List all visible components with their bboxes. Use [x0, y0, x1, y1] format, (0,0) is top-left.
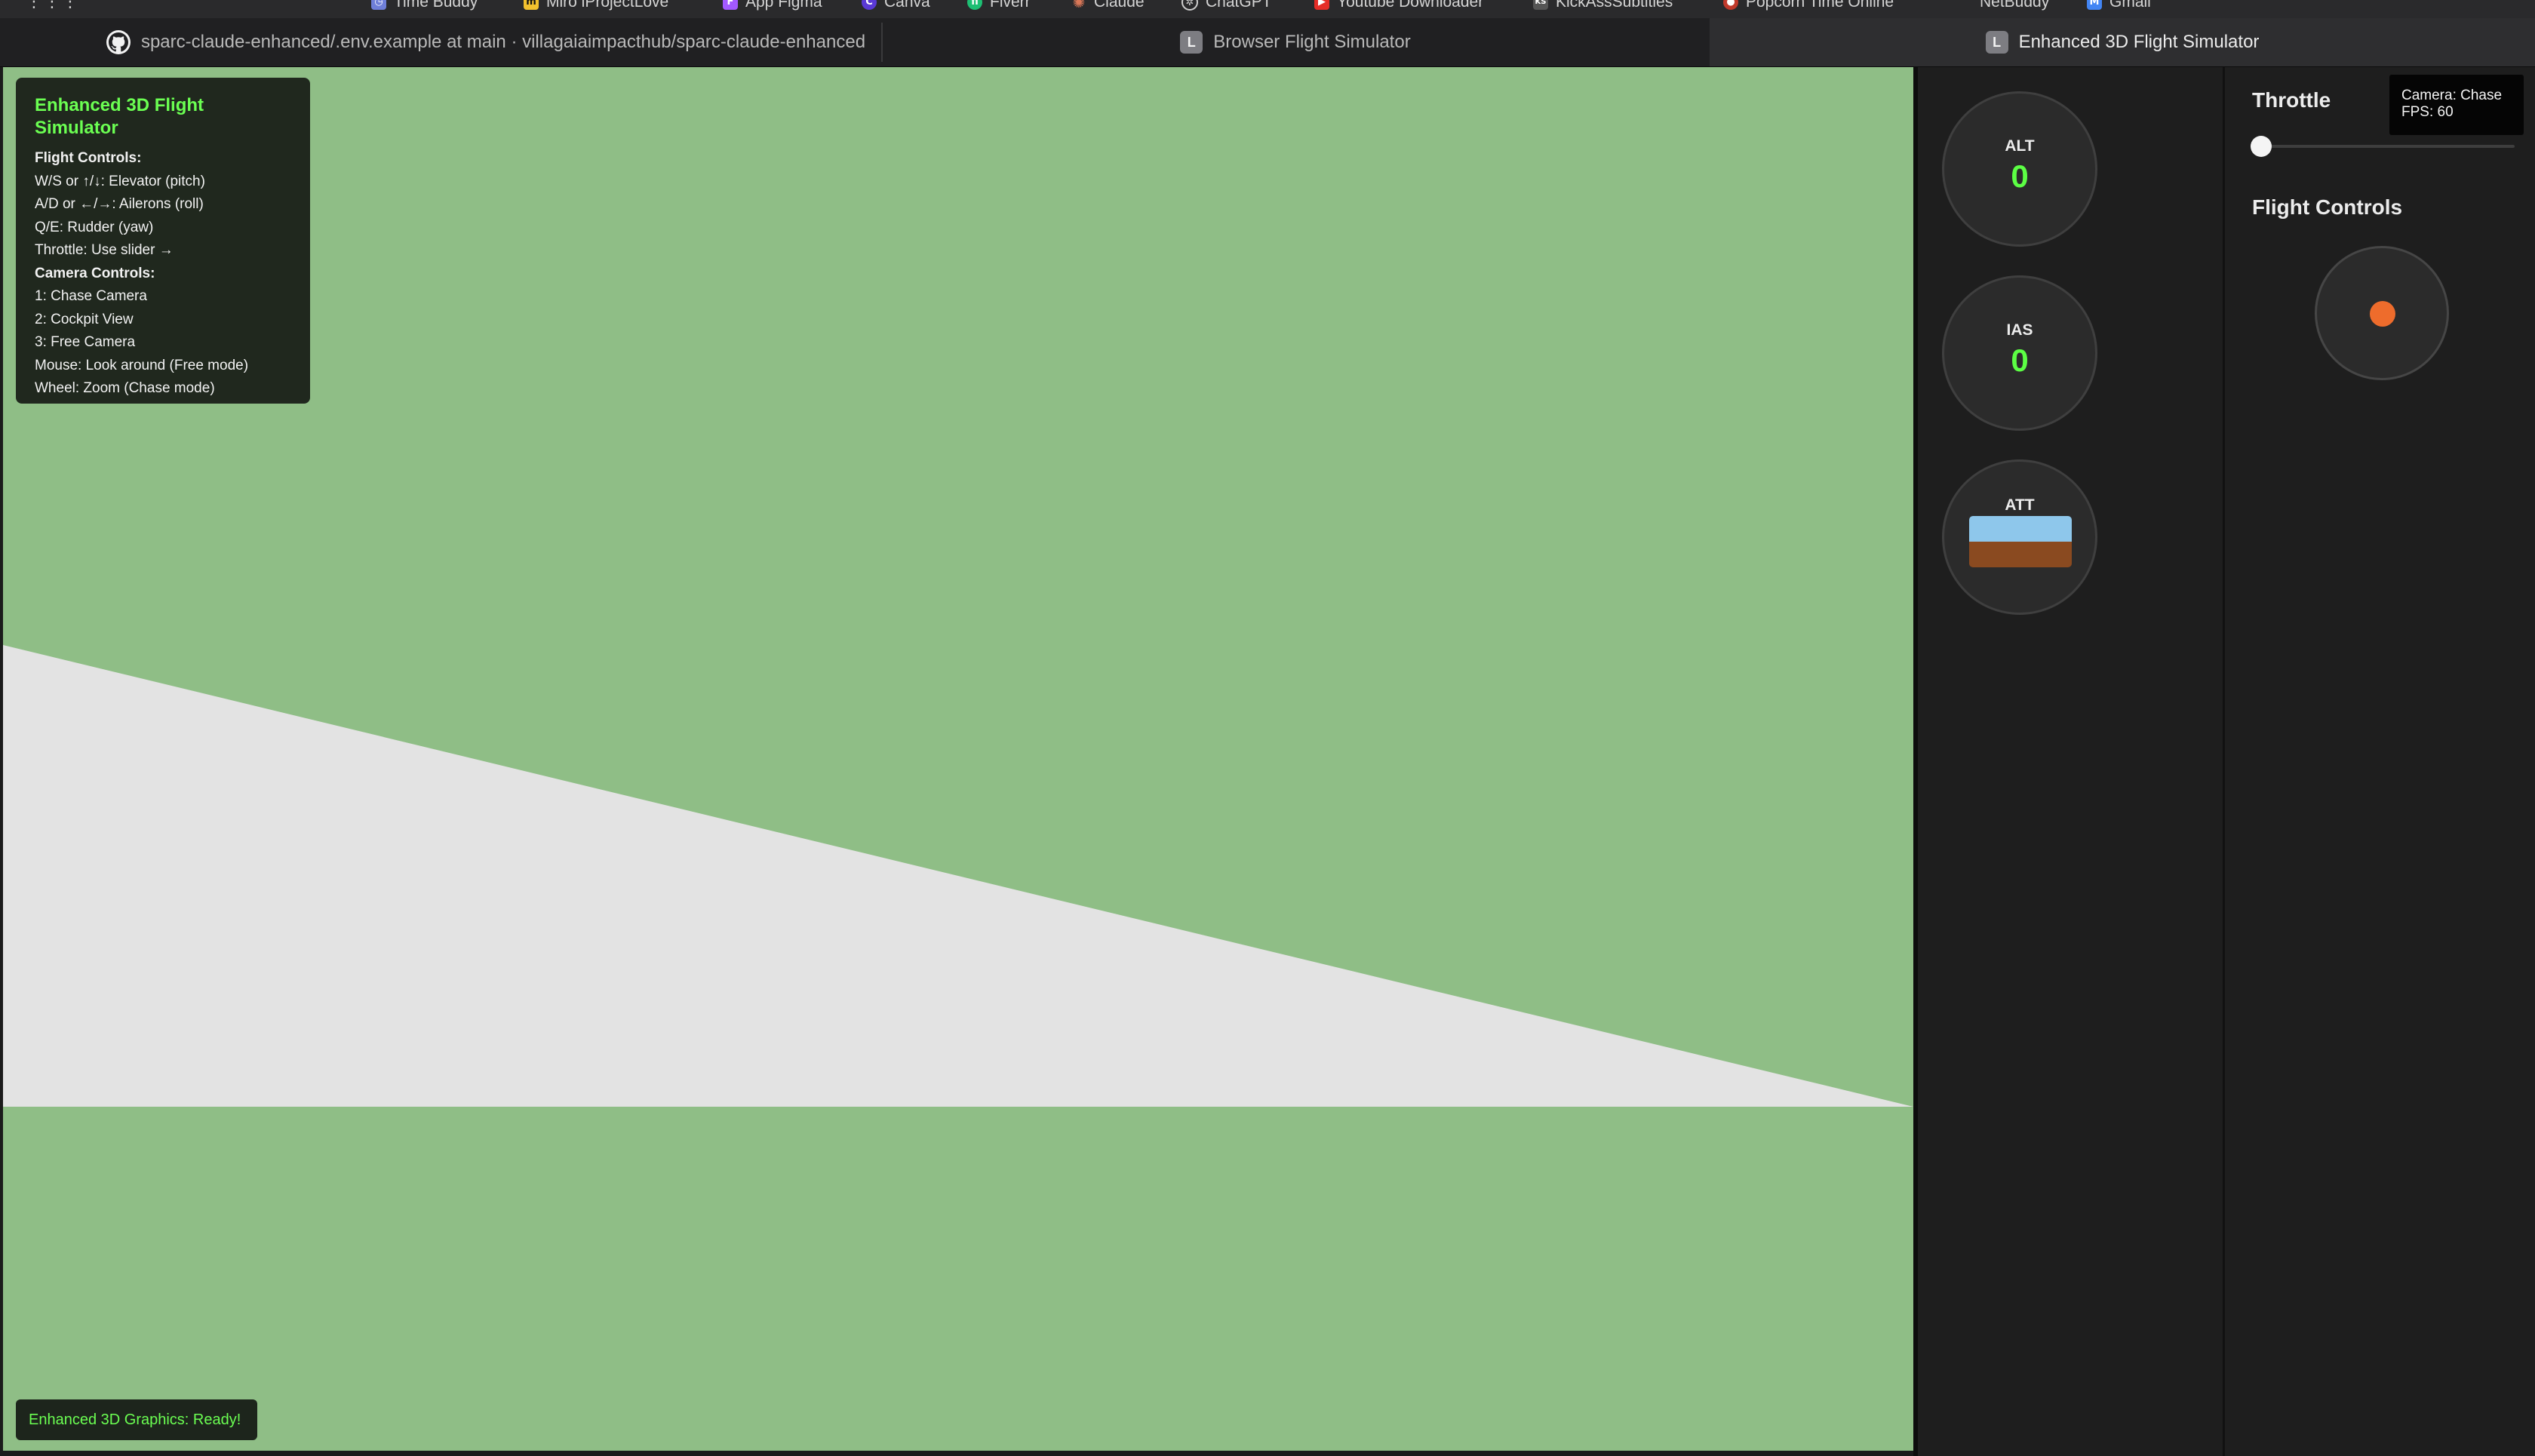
help-line: 2: Cockpit View [35, 311, 134, 327]
flight-scene-canvas[interactable]: Enhanced 3D Flight Simulator Flight Cont… [3, 67, 1913, 1451]
bookmark-label: NetBuddy [1980, 0, 2050, 11]
help-line: Mouse: Look around (Free mode) [35, 357, 249, 373]
clock-icon: ◷ [371, 0, 386, 10]
flight-controls-heading: Flight Controls: [35, 150, 142, 166]
alt-label: ALT [2005, 137, 2035, 155]
tab-strip: sparc-claude-enhanced/.env.example at ma… [0, 18, 2535, 67]
netbuddy-icon [1957, 0, 1972, 10]
tab-title: Browser Flight Simulator [1213, 32, 1411, 52]
bookmark-figma[interactable]: F App Figma [723, 0, 822, 14]
bookmark-time-buddy[interactable]: ◷ Time Buddy [371, 0, 478, 14]
l-favicon-icon: L [1985, 31, 2008, 54]
bookmark-claude[interactable]: ✺ Claude [1071, 0, 1145, 14]
throttle-slider[interactable] [2260, 145, 2515, 148]
camera-mode: Camera: Chase [2401, 88, 2503, 103]
subtitles-icon: KS [1533, 0, 1548, 10]
joystick-knob[interactable] [2370, 301, 2395, 327]
miro-icon: m [524, 0, 539, 10]
bookmark-kickass-subtitles[interactable]: KS KickAssSubtitles [1533, 0, 1673, 14]
l-favicon-icon: L [1180, 31, 1203, 54]
flight-joystick[interactable] [2315, 246, 2449, 380]
page-viewport: Enhanced 3D Flight Simulator Flight Cont… [0, 67, 2535, 1456]
bookmark-label: Gmail [2109, 0, 2151, 11]
figma-icon: F [723, 0, 738, 10]
control-panel: Throttle Flight Controls [2225, 67, 2535, 1456]
camera-info-overlay: Camera: Chase FPS: 60 [2389, 75, 2524, 135]
bookmark-label: Fiverr [990, 0, 1031, 11]
altimeter-gauge: ALT 0 [1942, 91, 2097, 247]
horizon-sky [1969, 516, 2072, 542]
instrument-panel: ALT 0 IAS 0 ATT [1918, 67, 2223, 1456]
bookmark-label: App Figma [745, 0, 822, 11]
alt-value: 0 [2011, 158, 2029, 194]
artificial-horizon [1969, 516, 2072, 567]
bookmark-label: Time Buddy [394, 0, 478, 11]
help-line: A/D or ←/→: Ailerons (roll) [35, 196, 204, 212]
gmail-icon: M [2087, 0, 2102, 10]
bookmarks-bar: ⋮⋮⋮ ◷ Time Buddy m Miro iProjectLove F A… [0, 0, 2535, 18]
tab-title: sparc-claude-enhanced/.env.example at ma… [140, 32, 866, 52]
youtube-icon: ▶ [1314, 0, 1329, 10]
bookmark-label: Canva [884, 0, 930, 11]
airspeed-gauge: IAS 0 [1942, 275, 2097, 431]
bookmark-label: ChatGPT [1206, 0, 1272, 11]
flight-controls-label: Flight Controls [2252, 195, 2403, 219]
help-title: Enhanced 3D Flight Simulator [35, 95, 204, 138]
tab-github-env-example[interactable]: sparc-claude-enhanced/.env.example at ma… [91, 18, 881, 66]
bookmark-youtube-downloader[interactable]: ▶ Youtube Downloader [1314, 0, 1483, 14]
help-line: Q/E: Rudder (yaw) [35, 219, 154, 235]
bookmark-miro[interactable]: m Miro iProjectLove [524, 0, 668, 14]
chatgpt-icon: ✲ [1181, 0, 1198, 11]
tab-browser-flight-simulator[interactable]: L Browser Flight Simulator [883, 18, 1708, 66]
help-panel: Enhanced 3D Flight Simulator Flight Cont… [16, 78, 310, 404]
canva-icon: C [862, 0, 877, 10]
help-line: Wheel: Zoom (Chase mode) [35, 380, 215, 396]
att-label: ATT [2005, 496, 2035, 514]
horizon-ground [1969, 542, 2072, 567]
tab-enhanced-3d-flight-simulator[interactable]: L Enhanced 3D Flight Simulator [1710, 18, 2535, 66]
bookmark-label: Popcorn Time Online [1746, 0, 1894, 11]
throttle-slider-thumb[interactable] [2251, 136, 2272, 157]
help-line: Throttle: Use slider → [35, 242, 174, 258]
graphics-status: Enhanced 3D Graphics: Ready! [16, 1399, 257, 1440]
bookmark-canva[interactable]: C Canva [862, 0, 930, 14]
bookmark-label: KickAssSubtitles [1556, 0, 1673, 11]
runway [3, 645, 1913, 1107]
bookmark-label: Youtube Downloader [1337, 0, 1484, 11]
bookmark-chatgpt[interactable]: ✲ ChatGPT [1181, 0, 1272, 14]
attitude-indicator: ATT [1942, 459, 2097, 615]
tab-title: Enhanced 3D Flight Simulator [2018, 32, 2260, 52]
claude-icon: ✺ [1072, 0, 1086, 11]
popcorn-icon: ● [1723, 0, 1738, 10]
bookmark-gmail[interactable]: M Gmail [2087, 0, 2151, 14]
ias-label: IAS [2006, 321, 2033, 339]
help-line: 3: Free Camera [35, 334, 136, 350]
apps-grid-icon[interactable]: ⋮⋮⋮ [26, 0, 80, 11]
bookmark-popcorn-time[interactable]: ● Popcorn Time Online [1723, 0, 1894, 14]
ias-value: 0 [2011, 342, 2029, 378]
help-line: W/S or ↑/↓: Elevator (pitch) [35, 173, 205, 189]
fiverr-icon: fi [967, 0, 982, 10]
bookmark-fiverr[interactable]: fi Fiverr [967, 0, 1031, 14]
bookmark-label: Miro iProjectLove [546, 0, 669, 11]
bookmark-label: Claude [1094, 0, 1145, 11]
throttle-label: Throttle [2252, 88, 2331, 112]
bookmark-netbuddy[interactable]: NetBuddy [1957, 0, 2049, 14]
github-icon [106, 30, 131, 54]
help-line: 1: Chase Camera [35, 288, 147, 304]
camera-controls-heading: Camera Controls: [35, 265, 155, 281]
fps-counter: FPS: 60 [2401, 104, 2454, 120]
